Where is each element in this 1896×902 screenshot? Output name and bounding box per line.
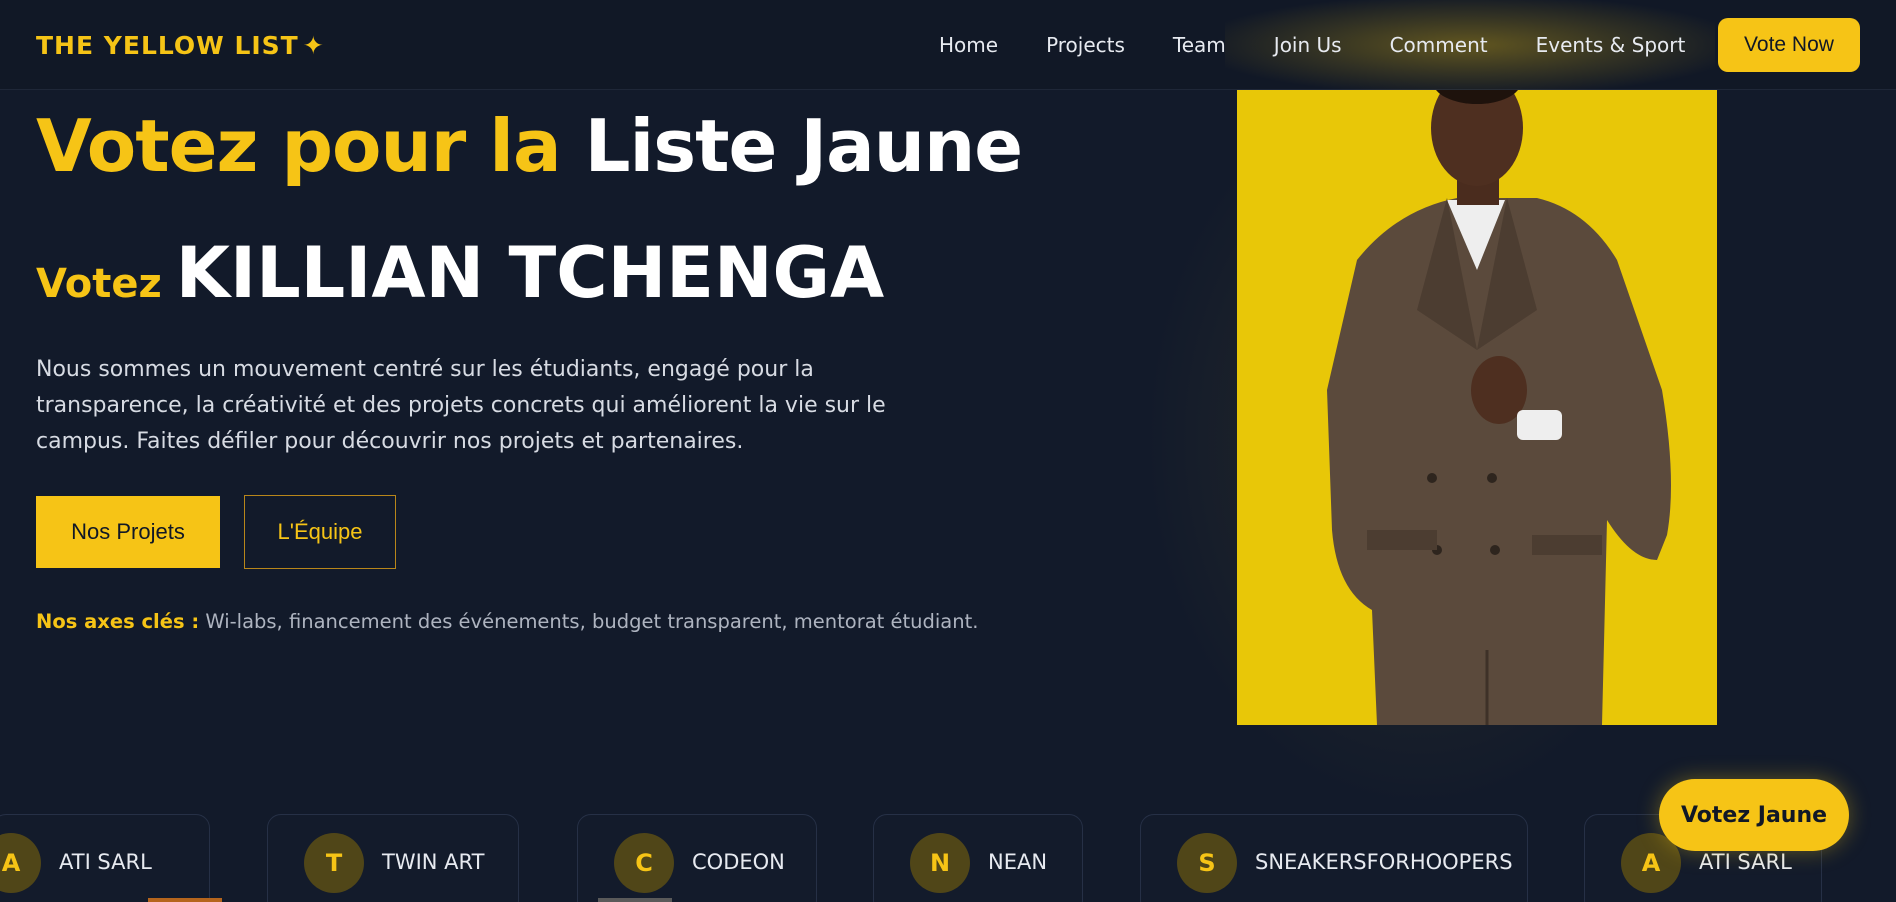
hero-subtitle: Votez KILLIAN TCHENGA [36, 232, 884, 314]
candidate-portrait-illustration [1237, 90, 1717, 725]
key-axes-text: Wi-labs, financement des événements, bud… [205, 610, 979, 633]
sparkle-icon: ✦ [302, 31, 325, 60]
nav-projects[interactable]: Projects [1046, 33, 1125, 57]
partner-strip-accent [148, 898, 222, 902]
partner-avatar: S [1177, 833, 1237, 893]
hero-title-part1: Votez pour la [36, 104, 562, 188]
brand-name: THE YELLOW LIST [36, 31, 299, 60]
candidate-name: KILLIAN TCHENGA [175, 232, 885, 314]
partner-avatar: T [304, 833, 364, 893]
vote-now-button[interactable]: Vote Now [1718, 18, 1860, 72]
nav-events-sport[interactable]: Events & Sport [1536, 33, 1686, 57]
partner-name: TWIN ART [382, 850, 485, 874]
partner-name: ATI SARL [1699, 850, 1792, 874]
nav-links: Home Projects Team Join Us Comment Event… [939, 33, 1733, 57]
partner-strip-accent [598, 898, 672, 902]
partner-avatar: N [910, 833, 970, 893]
brand-logo[interactable]: THE YELLOW LIST ✦ [36, 31, 325, 60]
nav-home[interactable]: Home [939, 33, 998, 57]
partner-card[interactable]: S SNEAKERSFORHOOPERS [1140, 814, 1528, 902]
page: THE YELLOW LIST ✦ Home Projects Team Join… [0, 0, 1896, 902]
hero-subtitle-prefix: Votez [36, 261, 162, 307]
team-button[interactable]: L'Équipe [244, 495, 396, 569]
partner-name: CODEON [692, 850, 785, 874]
hero-title: Votez pour la Liste Jaune [36, 104, 1023, 188]
nav-team[interactable]: Team [1173, 33, 1226, 57]
partner-avatar: C [614, 833, 674, 893]
hero-description: Nous sommes un mouvement centré sur les … [36, 357, 886, 454]
key-axes: Nos axes clés : Wi-labs, financement des… [36, 610, 978, 633]
partner-card[interactable]: T TWIN ART [267, 814, 519, 902]
partner-card[interactable]: C CODEON [577, 814, 817, 902]
hero-title-part2: Liste Jaune [584, 104, 1023, 188]
candidate-photo [1237, 90, 1717, 725]
nav-join-us[interactable]: Join Us [1274, 33, 1342, 57]
top-nav: THE YELLOW LIST ✦ Home Projects Team Join… [0, 0, 1896, 90]
partner-card[interactable]: A ATI SARL [0, 814, 210, 902]
partner-name: ATI SARL [59, 850, 152, 874]
nav-comment[interactable]: Comment [1390, 33, 1488, 57]
partner-name: SNEAKERSFORHOOPERS [1255, 850, 1513, 874]
partner-name: NEAN [988, 850, 1048, 874]
key-axes-label: Nos axes clés : [36, 610, 200, 633]
floating-vote-button[interactable]: Votez Jaune [1659, 779, 1849, 851]
partner-card[interactable]: N NEAN [873, 814, 1083, 902]
projects-button[interactable]: Nos Projets [36, 496, 220, 568]
partner-avatar: A [0, 833, 41, 893]
